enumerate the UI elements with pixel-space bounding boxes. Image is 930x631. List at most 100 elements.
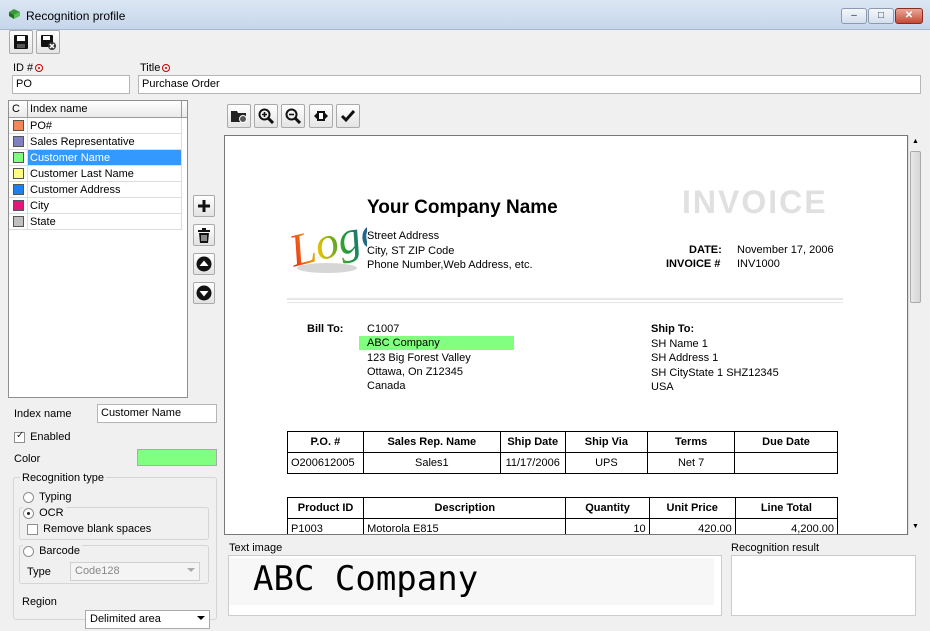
fit-page-button[interactable] [309,104,333,128]
address-line: ABC Company [367,337,440,350]
column-header-color[interactable]: C [9,101,28,117]
fit-page-icon [314,111,328,121]
index-name-cell[interactable]: PO# [28,118,182,133]
move-up-button[interactable] [193,253,215,275]
company-address: Street Address City, ST ZIP Code Phone N… [367,229,533,273]
required-icon [35,64,44,72]
scroll-up-icon[interactable]: ▲ [912,138,919,145]
zoom-out-icon [285,108,301,124]
chevron-down-icon [187,568,195,572]
enabled-checkbox[interactable]: Enabled [14,430,71,443]
minimize-button[interactable]: – [841,8,867,24]
scroll-thumb[interactable] [910,151,921,303]
remove-blank-checkbox[interactable]: Remove blank spaces [27,523,151,535]
zoom-in-icon [258,108,274,124]
zoom-out-button[interactable] [281,104,305,128]
close-button[interactable]: ✕ [895,8,923,24]
save-button[interactable] [9,30,33,54]
text-image-label: Text image [229,542,283,554]
open-image-button[interactable] [227,104,251,128]
enabled-check[interactable] [14,430,25,443]
bill-to-block: C1007 ABC Company 123 Big Forest Valley Ott… [367,322,471,393]
window-title: Recognition profile [26,9,126,23]
list-item[interactable]: Customer Last Name [9,166,182,182]
color-label: Color [14,453,41,465]
list-item[interactable]: Sales Representative [9,134,182,150]
typing-radio-dot[interactable] [23,491,34,503]
color-swatch [12,184,24,195]
index-name-cell[interactable]: City [28,198,182,213]
add-index-button[interactable] [193,195,215,217]
table-cell [734,452,838,474]
table-header-row: P.O. # Sales Rep. Name Ship Date Ship Via Te… [287,431,838,453]
grid-header: C Index name [9,101,187,118]
title-input[interactable]: Purchase Order [138,75,921,94]
ship-to-label: Ship To: [651,323,695,335]
barcode-radio[interactable]: Barcode [23,545,83,557]
color-cell[interactable] [9,198,28,213]
color-swatch [12,200,24,211]
list-item[interactable]: City [9,198,182,214]
zoom-in-button[interactable] [254,104,278,128]
remove-blank-check[interactable] [27,523,38,535]
line-items-table: Product ID Description Quantity Unit Price L… [286,497,839,534]
index-name-cell[interactable]: Sales Representative [28,134,182,149]
ocr-radio-dot[interactable] [23,507,34,519]
order-info-table: P.O. # Sales Rep. Name Ship Date Ship Via Te… [287,431,838,474]
index-name-cell[interactable]: Customer Name [28,150,182,165]
table-cell: UPS [564,452,649,474]
address-line: C1007 [367,323,400,335]
color-cell[interactable] [9,214,28,229]
apply-button[interactable] [336,104,360,128]
barcode-type-select[interactable]: Code128 [70,562,200,581]
list-item[interactable]: Customer Address [9,182,182,198]
company-name: Your Company Name [367,197,558,218]
date-label: DATE: [689,244,722,256]
arrow-down-circle-icon [196,285,212,301]
index-grid[interactable]: C Index name PO# Sales Representative Cust… [8,100,188,398]
index-name-cell[interactable]: State [28,214,182,229]
document-scrollbar[interactable]: ▲ ▼ [908,135,922,535]
color-picker[interactable] [137,449,217,466]
divider [287,302,843,303]
list-item[interactable]: State [9,214,182,230]
color-cell[interactable] [9,150,28,165]
move-down-button[interactable] [193,282,215,304]
document-preview[interactable]: Logo Your Company Name INVOICE Street Ad… [224,135,908,535]
save-close-button[interactable] [36,30,60,54]
maximize-button[interactable]: □ [868,8,894,24]
ocr-label: OCR [39,507,64,519]
id-label: ID # [13,62,44,74]
index-name-input[interactable]: Customer Name [97,404,217,423]
chevron-down-icon [197,616,205,620]
ocr-radio[interactable]: OCR [23,507,66,519]
recognition-result-panel[interactable] [731,555,916,616]
typing-label: Typing [39,491,72,503]
barcode-radio-dot[interactable] [23,545,34,557]
list-item[interactable]: Customer Name [9,150,182,166]
address-line: Phone Number,Web Address, etc. [367,259,533,271]
index-name-cell[interactable]: Customer Last Name [28,166,182,181]
floppy-close-icon [41,35,56,50]
delete-index-button[interactable] [193,224,215,246]
color-cell[interactable] [9,118,28,133]
folder-open-icon [231,111,247,123]
table-cell: Ship Date [499,431,566,453]
color-cell[interactable] [9,182,28,197]
region-select[interactable]: Delimited area [85,610,210,629]
typing-radio[interactable]: Typing [23,491,71,503]
id-input[interactable]: PO [12,75,130,94]
address-line: Street Address [367,230,440,242]
list-item[interactable]: PO# [9,118,182,134]
color-swatch [12,152,24,163]
column-header-index-name[interactable]: Index name [28,101,182,117]
enabled-label: Enabled [30,431,71,443]
scroll-down-icon[interactable]: ▼ [912,523,919,530]
color-cell[interactable] [9,166,28,181]
address-line: SH CityState 1 SHZ12345 [651,366,779,379]
table-cell: Due Date [734,431,838,453]
color-cell[interactable] [9,134,28,149]
app-icon [9,9,20,19]
invoice-number-label: INVOICE # [666,258,721,270]
index-name-cell[interactable]: Customer Address [28,182,182,197]
